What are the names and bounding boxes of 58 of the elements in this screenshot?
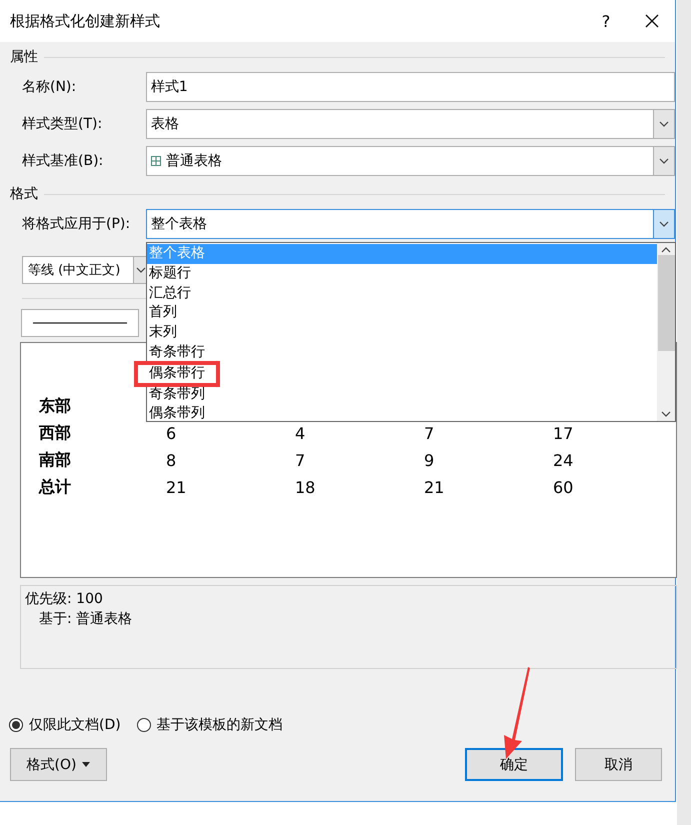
table-cell: 8: [166, 451, 176, 470]
help-button[interactable]: ?: [583, 12, 629, 30]
row-label: 西部: [39, 423, 71, 444]
name-field[interactable]: 样式1: [146, 72, 675, 102]
list-item[interactable]: 末列: [147, 323, 657, 343]
list-item[interactable]: 偶条带列: [147, 404, 657, 424]
radio-label[interactable]: 仅限此文档(D): [29, 716, 121, 734]
radio-button[interactable]: [9, 718, 23, 732]
font-dropdown[interactable]: 等线 (中文正文): [22, 256, 134, 284]
style-type-dropdown[interactable]: 表格: [146, 108, 675, 138]
field-label: 将格式应用于(P):: [22, 214, 132, 232]
table-cell: 7: [295, 451, 306, 470]
caret-icon[interactable]: [136, 267, 146, 273]
table-cell: 6: [166, 424, 176, 443]
close-icon[interactable]: [645, 14, 659, 28]
table-cell: 7: [424, 424, 434, 443]
list-item[interactable]: 首列: [147, 303, 657, 324]
row-label: 南部: [39, 450, 71, 471]
caret-icon[interactable]: [659, 120, 669, 126]
caret-icon[interactable]: [659, 220, 669, 226]
scrollbar[interactable]: [657, 243, 675, 421]
table-cell: 60: [553, 478, 574, 497]
list-item[interactable]: 奇条带列: [147, 384, 657, 404]
section-heading: 属性: [10, 48, 38, 66]
line-sample-icon: [33, 322, 127, 324]
table-cell: 4: [295, 424, 306, 443]
list-item[interactable]: 奇条带行: [147, 342, 657, 363]
caret-icon[interactable]: [659, 158, 669, 164]
radio-button[interactable]: [136, 718, 151, 732]
list-item[interactable]: 偶条带行: [137, 364, 217, 384]
table-cell: 9: [424, 451, 434, 470]
based-on-text: 基于: 普通表格: [38, 610, 134, 628]
window-title: 根据格式化创建新样式: [10, 12, 161, 30]
caret-icon: [82, 762, 90, 767]
field-label: 样式基准(B):: [22, 152, 104, 170]
apply-to-dropdown[interactable]: 整个表格: [146, 208, 675, 238]
line-style-dropdown[interactable]: [21, 309, 139, 337]
row-label: 东部: [39, 396, 71, 417]
list-item[interactable]: 汇总行: [147, 284, 657, 304]
format-button[interactable]: 格式(O): [10, 748, 107, 781]
field-label: 名称(N):: [22, 78, 78, 96]
ok-button[interactable]: 确定: [465, 748, 563, 781]
section-heading: 格式: [10, 185, 38, 203]
table-cell: 24: [553, 451, 574, 470]
table-cell: 18: [295, 478, 316, 497]
table-cell: 17: [553, 424, 574, 443]
priority-text: 优先级: 100: [25, 590, 104, 608]
field-label: 样式类型(T):: [22, 114, 104, 132]
radio-label[interactable]: 基于该模板的新文档: [156, 716, 283, 734]
row-label: 总计: [39, 477, 71, 498]
cancel-button[interactable]: 取消: [575, 748, 662, 781]
style-base-dropdown[interactable]: 普通表格: [146, 146, 675, 176]
scroll-down-icon[interactable]: [661, 411, 671, 417]
scroll-up-icon[interactable]: [661, 247, 671, 253]
list-item[interactable]: 标题行: [147, 264, 657, 284]
table-icon: [150, 156, 161, 166]
table-cell: 21: [166, 478, 186, 497]
table-cell: 21: [424, 478, 444, 497]
